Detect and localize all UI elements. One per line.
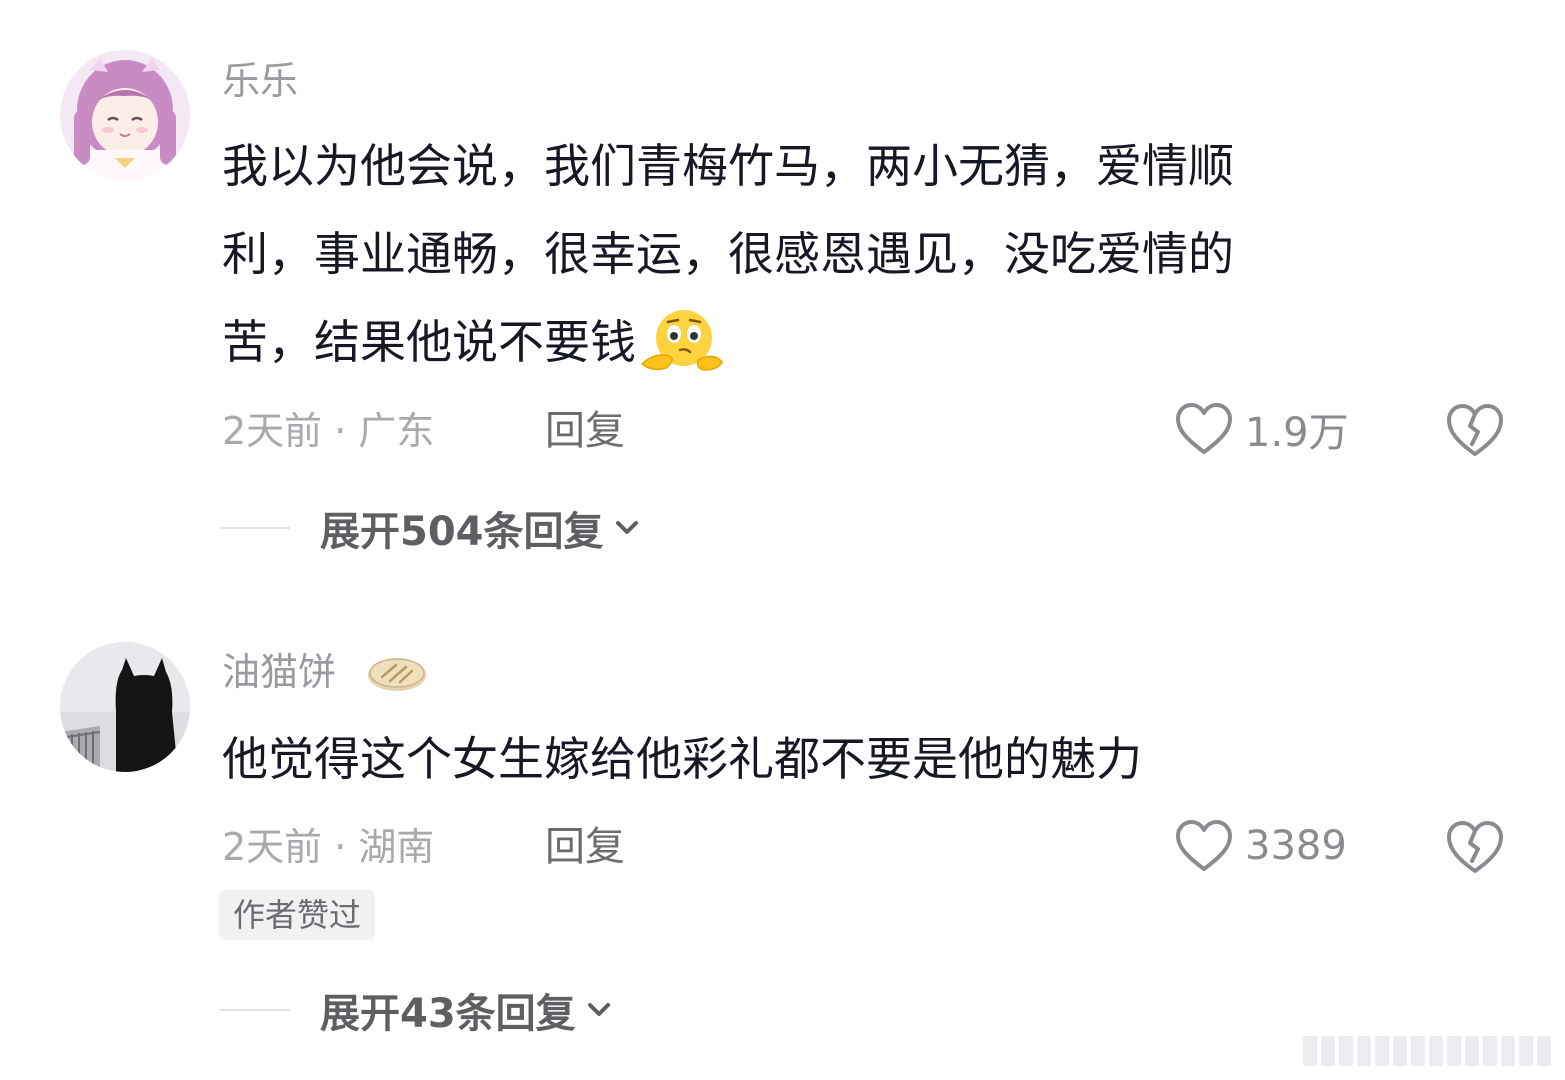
expand-replies-label: 展开504条回复 <box>320 509 604 555</box>
broken-heart-icon <box>1447 821 1503 873</box>
dislike-button[interactable] <box>1445 402 1505 462</box>
expand-replies-button[interactable]: 展开43条回复 <box>220 980 614 1040</box>
comment-text: 我以为他会说，我们青梅竹马，两小无猜，爱情顺 利，事业通畅，很幸运，很感恩遇见，… <box>222 122 1472 400</box>
username[interactable]: 乐乐 <box>222 56 298 106</box>
like-button[interactable]: 1.9万 <box>1175 401 1349 457</box>
like-count: 1.9万 <box>1245 410 1349 456</box>
broken-heart-icon <box>1447 404 1503 456</box>
heart-outline-icon <box>1176 403 1232 454</box>
avatar[interactable] <box>60 642 190 772</box>
comment-text-line: 苦，结果他说不要钱 <box>222 298 1472 400</box>
pancake-icon <box>366 655 428 697</box>
heart-outline-icon <box>1176 820 1232 871</box>
comment-text: 他觉得这个女生嫁给他彩礼都不要是他的魅力 <box>222 732 1142 786</box>
anime-girl-avatar-icon <box>60 50 190 180</box>
watermark <box>1303 1036 1551 1066</box>
expand-replies-button[interactable]: 展开504条回复 <box>220 498 642 558</box>
comment-meta: 2天前 · 广东 <box>222 409 435 453</box>
avatar[interactable] <box>60 50 190 180</box>
chevron-down-icon <box>587 1003 610 1016</box>
thinking-face-emoji <box>640 308 724 400</box>
divider-line <box>220 1009 290 1011</box>
author-liked-badge: 作者赞过 <box>219 890 376 940</box>
reply-button[interactable]: 回复 <box>545 406 625 456</box>
expand-replies-label: 展开43条回复 <box>320 991 576 1037</box>
comment-meta: 2天前 · 湖南 <box>222 825 435 869</box>
dislike-button[interactable] <box>1445 819 1505 879</box>
reply-button[interactable]: 回复 <box>545 822 625 872</box>
black-cat-avatar-icon <box>60 642 190 772</box>
divider-line <box>220 527 290 529</box>
like-button[interactable]: 3389 <box>1175 818 1347 874</box>
comment-text-line: 利，事业通畅，很幸运，很感恩遇见，没吃爱情的 <box>222 227 1234 281</box>
like-count: 3389 <box>1245 823 1347 869</box>
comment-text-line: 我以为他会说，我们青梅竹马，两小无猜，爱情顺 <box>222 139 1234 193</box>
username[interactable]: 油猫饼 <box>222 647 336 697</box>
chevron-down-icon <box>615 521 638 534</box>
